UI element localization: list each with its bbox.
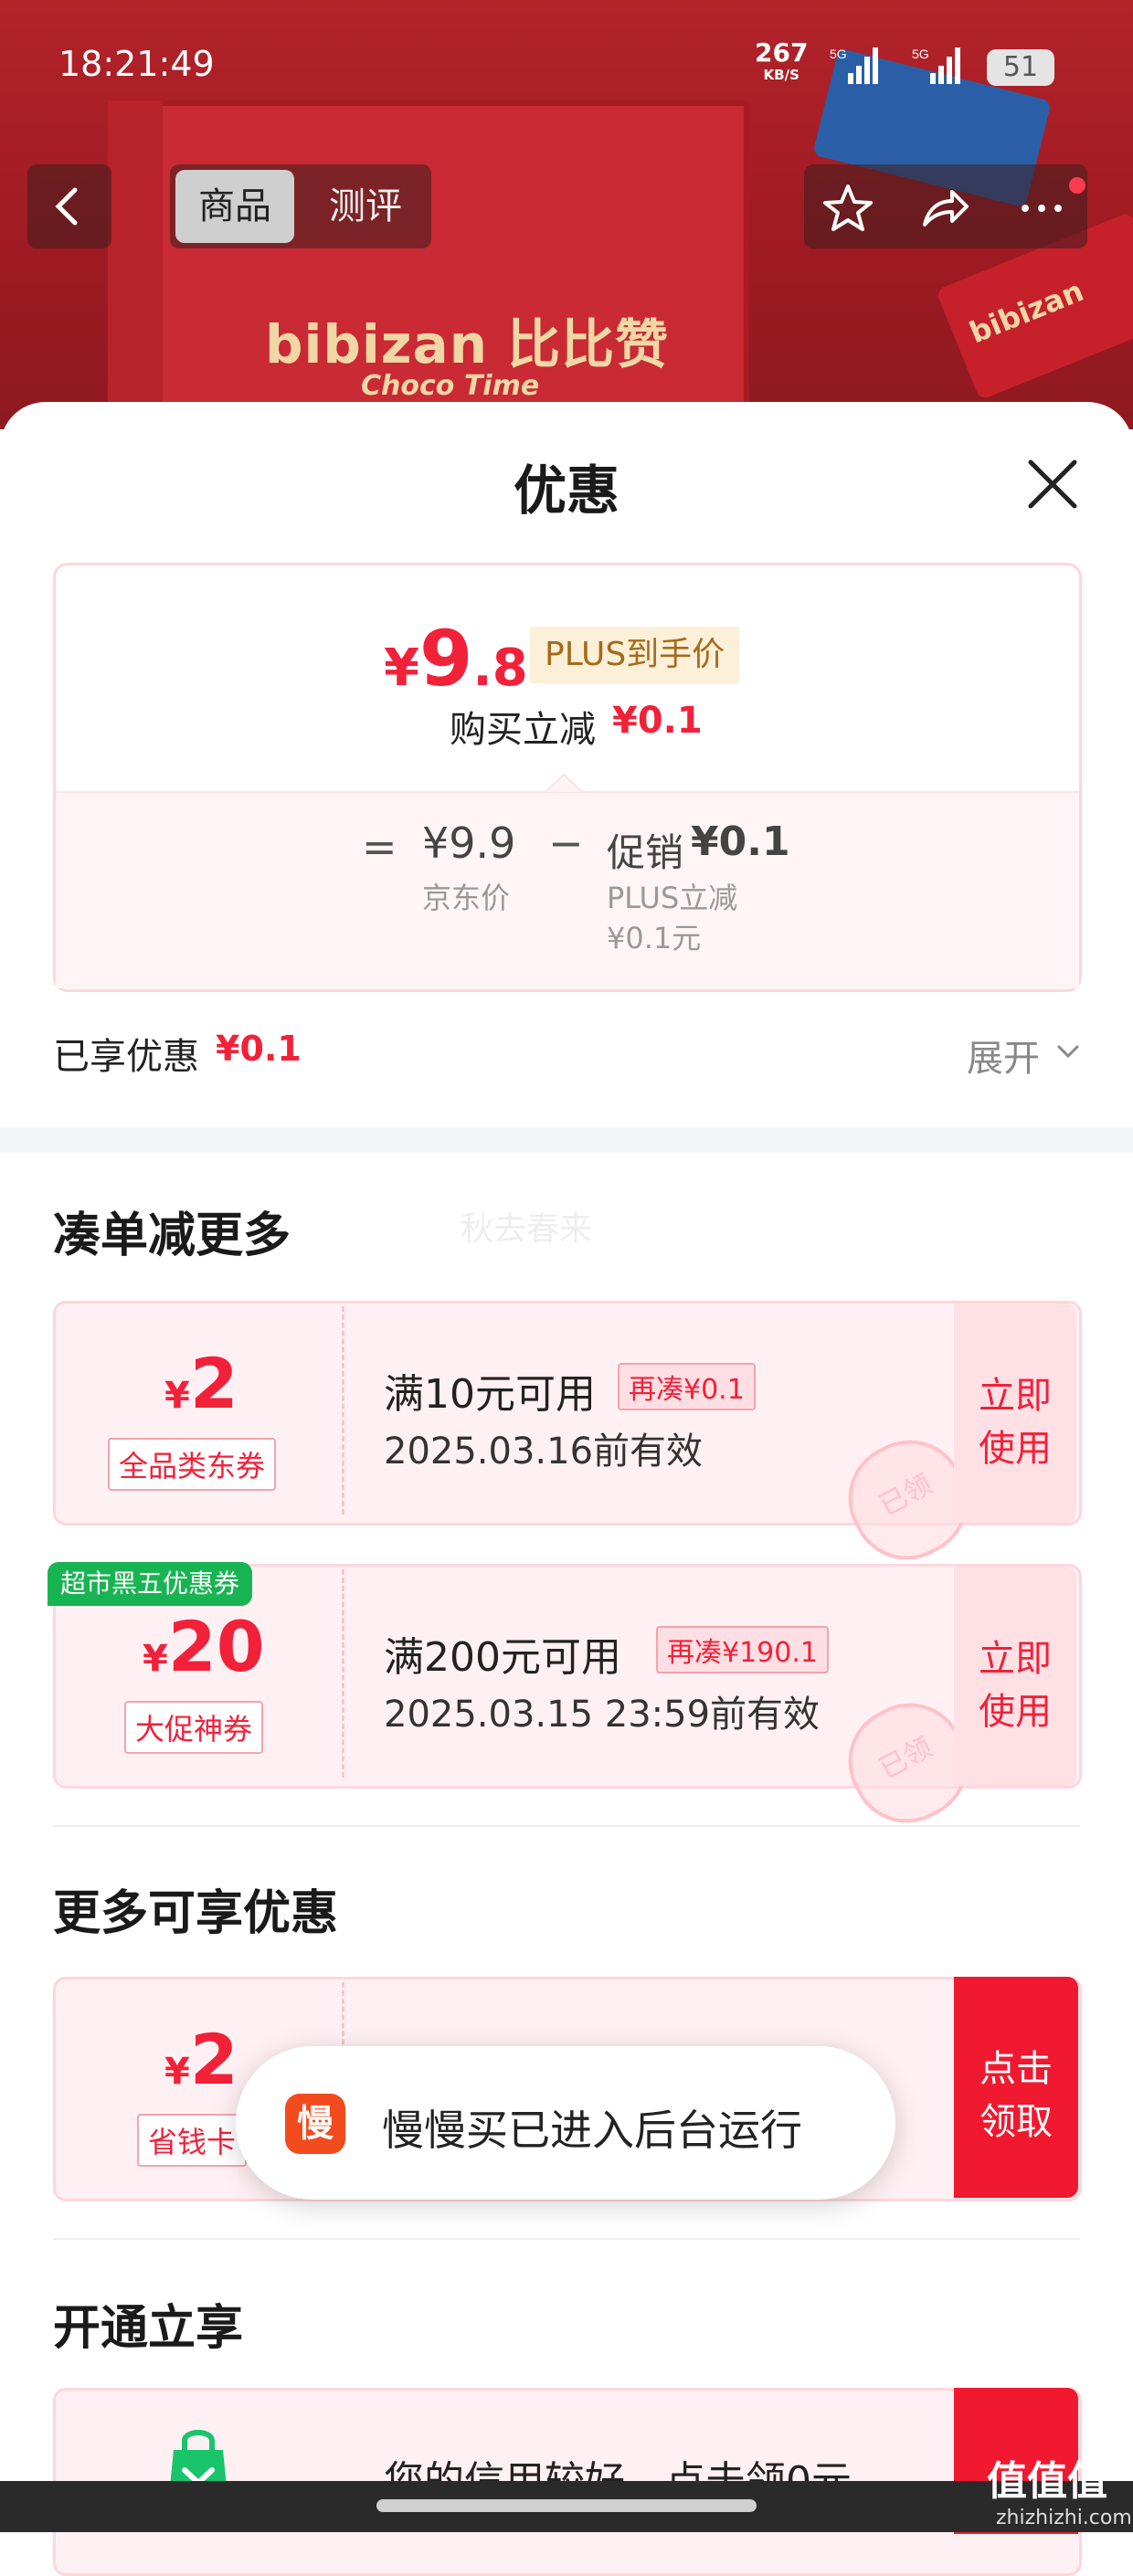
chevron-down-icon[interactable] bbox=[1056, 1043, 1080, 1060]
coupon-currency: ¥ bbox=[143, 1638, 168, 1680]
plus-price-badge: PLUS到手价 bbox=[530, 627, 740, 683]
app-icon: 慢 bbox=[285, 2094, 345, 2154]
signal1-label: 5G bbox=[830, 47, 847, 61]
notification-dot bbox=[1069, 177, 1085, 194]
section-divider bbox=[0, 1127, 1133, 1153]
signal-icon-2: 5G bbox=[912, 47, 960, 84]
use-coupon-button[interactable]: 立即 使用 bbox=[954, 1567, 1076, 1786]
claim-button-line1: 点击 bbox=[979, 2048, 1053, 2090]
use-button-line1: 立即 bbox=[979, 1638, 1052, 1680]
enjoyed-discount-label: 已享优惠 bbox=[53, 1036, 199, 1078]
section-divider-thin bbox=[53, 1825, 1080, 1827]
coupon-type-tag: 大促神券 bbox=[124, 1701, 264, 1754]
tab-product[interactable]: 商品 bbox=[175, 170, 294, 243]
promo-label: 促销 bbox=[607, 830, 684, 875]
status-time: 18:21:49 bbox=[58, 44, 215, 84]
coupon-type-tag: 全品类东券 bbox=[108, 1438, 277, 1491]
signal2-label: 5G bbox=[912, 47, 929, 61]
section-title-enjoy: 更多可享优惠 bbox=[53, 1886, 339, 1941]
claim-button-line2: 领取 bbox=[979, 2101, 1053, 2143]
use-button-line2: 使用 bbox=[979, 1428, 1052, 1470]
promo-detail-amount: ¥0.1元 bbox=[607, 921, 702, 955]
site-watermark-logo: 值值值 bbox=[987, 2458, 1107, 2505]
product-sub-text: Choco Time bbox=[361, 370, 540, 402]
coupon-gap-chip: 再凑¥190.1 bbox=[656, 1626, 829, 1673]
coupon-promo-badge: 超市黑五优惠券 bbox=[48, 1562, 253, 1606]
network-speed: 267 KB/S bbox=[755, 40, 808, 86]
buy-reduce-value: ¥0.1 bbox=[612, 700, 703, 742]
use-button-line2: 使用 bbox=[979, 1691, 1052, 1733]
back-button[interactable] bbox=[27, 164, 111, 248]
coupon-gap-chip: 再凑¥0.1 bbox=[618, 1363, 756, 1410]
product-box-side bbox=[108, 100, 163, 448]
coupon-value: 20 bbox=[167, 1606, 265, 1687]
section-divider-thin bbox=[53, 2238, 1080, 2240]
final-price-currency: ¥ bbox=[384, 639, 419, 698]
claim-button[interactable]: 点击 领取 bbox=[954, 1977, 1078, 2198]
coupon-type-tag: 省钱卡 bbox=[137, 2114, 248, 2167]
buy-reduce-label: 购买立减 bbox=[450, 709, 596, 751]
coupon-amount: ¥2 bbox=[164, 1343, 238, 1424]
section-title-more: 凑单减更多 bbox=[53, 1209, 291, 1263]
breakdown-pointer bbox=[545, 773, 583, 793]
expand-button[interactable]: 展开 bbox=[967, 1029, 1040, 1082]
more-icon[interactable] bbox=[1012, 179, 1071, 238]
coupon-condition: 满200元可用 bbox=[384, 1634, 621, 1681]
enjoyed-discount-value: ¥0.1 bbox=[216, 1029, 302, 1069]
coupon-currency: ¥ bbox=[164, 1375, 190, 1417]
coupon-amount: ¥2 bbox=[164, 2019, 238, 2100]
toast-message: 慢慢买已进入后台运行 bbox=[382, 2106, 802, 2155]
equals-sign: = bbox=[362, 822, 397, 871]
wrapper-brand-text: bibizan bbox=[964, 273, 1089, 351]
product-brand-text: bibizan 比比赞 bbox=[265, 313, 670, 375]
minus-sign: − bbox=[548, 818, 584, 868]
jd-price: ¥9.9 bbox=[422, 818, 516, 868]
coupon-validity: 2025.03.15 23:59前有效 bbox=[384, 1694, 821, 1736]
sheet-title: 优惠 bbox=[513, 459, 619, 522]
battery-indicator: 51 bbox=[987, 49, 1054, 86]
site-watermark-url: zhizhizhi.com bbox=[996, 2507, 1132, 2529]
coupon-condition: 满10元可用 bbox=[384, 1371, 596, 1418]
close-icon[interactable] bbox=[1020, 451, 1085, 517]
final-price-decimal: .8 bbox=[472, 639, 528, 698]
coupon-currency: ¥ bbox=[164, 2051, 190, 2093]
use-coupon-button[interactable]: 立即 使用 bbox=[954, 1304, 1076, 1523]
tab-review[interactable]: 测评 bbox=[311, 170, 420, 243]
use-button-line1: 立即 bbox=[979, 1375, 1052, 1417]
coupon-amount: ¥20 bbox=[143, 1606, 265, 1687]
back-icon bbox=[55, 187, 78, 226]
star-icon[interactable] bbox=[819, 179, 877, 238]
share-icon[interactable] bbox=[916, 179, 974, 238]
user-watermark: 秋去春来 bbox=[461, 1210, 593, 1248]
coupon-value: 2 bbox=[189, 2019, 238, 2100]
signal-icon: 5G bbox=[830, 47, 878, 84]
jd-price-label: 京东价 bbox=[422, 881, 511, 915]
coupon-value: 2 bbox=[189, 1343, 238, 1424]
promo-value: ¥0.1 bbox=[691, 818, 790, 865]
home-indicator[interactable] bbox=[376, 2499, 757, 2512]
final-price-integer: 9 bbox=[418, 614, 473, 703]
section-title-open: 开通立享 bbox=[53, 2301, 244, 2356]
coupon-validity: 2025.03.16前有效 bbox=[384, 1431, 704, 1473]
coupon-perforation bbox=[342, 1569, 348, 1778]
coupon-perforation bbox=[342, 1306, 348, 1515]
promo-detail: PLUS立减 bbox=[607, 881, 738, 915]
final-price: ¥9.8 bbox=[384, 614, 528, 703]
